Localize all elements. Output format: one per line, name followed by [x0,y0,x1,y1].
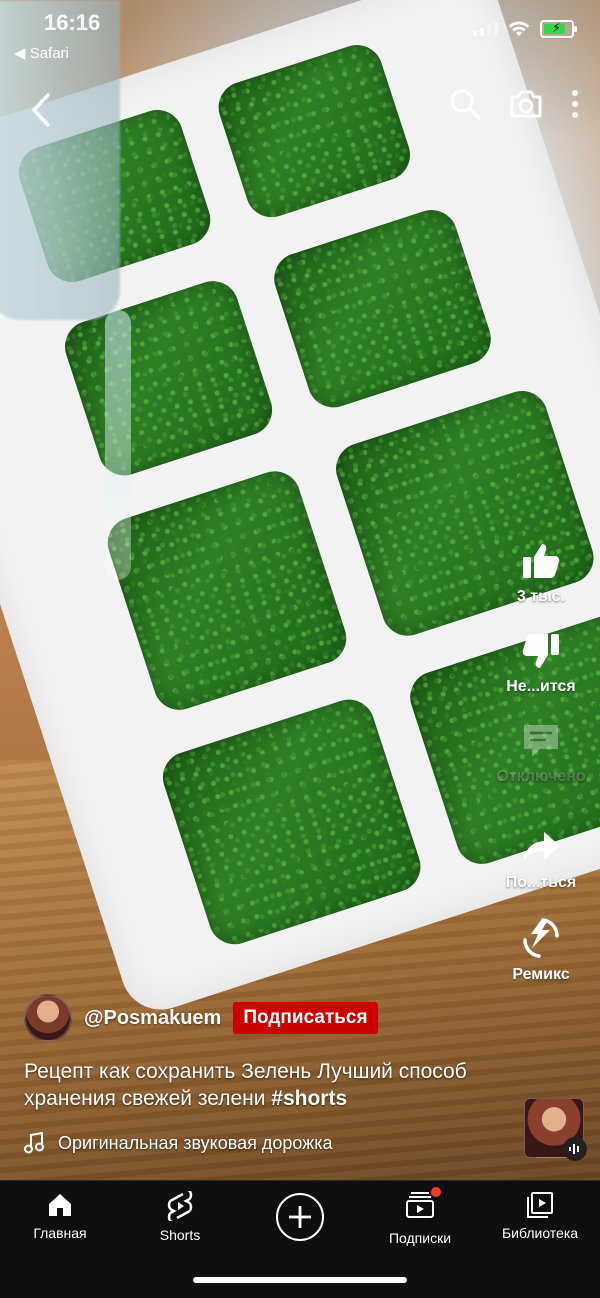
remix-button[interactable]: Ремикс [512,916,570,984]
plus-icon [289,1206,311,1228]
dislike-label: Не...ится [506,678,576,695]
back-button[interactable] [28,91,56,129]
chevron-left-icon [32,93,50,127]
cellular-signal-icon [473,22,498,36]
like-button[interactable]: 3 тыс. [517,540,565,606]
thumbs-down-icon [522,634,559,668]
more-button[interactable] [570,89,580,119]
camera-icon [510,90,542,118]
nav-home[interactable]: Главная [5,1191,115,1241]
search-button[interactable] [448,87,482,121]
action-column: 3 тыс. Не...ится Отключено По...ться Рем… [496,540,586,1008]
subscriptions-icon [406,1192,434,1218]
nav-create[interactable] [245,1191,355,1241]
comments-button[interactable]: Отключено [496,720,586,786]
notification-dot [431,1187,441,1197]
shorts-icon [167,1191,193,1221]
share-button[interactable]: По...ться [505,826,577,892]
nav-library[interactable]: Библиотека [485,1191,595,1241]
nav-subscriptions[interactable]: Подписки [365,1187,475,1246]
dislike-button[interactable]: Не...ится [506,630,576,696]
camera-button[interactable] [508,88,544,120]
search-icon [450,89,481,120]
nav-home-label: Главная [33,1225,87,1241]
thumbs-up-icon [523,544,560,578]
like-count: 3 тыс. [516,588,566,605]
nav-subscriptions-label: Подписки [388,1230,452,1246]
nav-library-label: Библиотека [501,1225,579,1241]
video-caption[interactable]: Рецепт как сохранить Зелень Лучший спосо… [24,1058,494,1112]
channel-avatar[interactable] [24,994,72,1042]
share-label: По...ться [505,874,577,891]
music-note-icon [24,1132,44,1154]
home-icon [49,1194,71,1216]
remix-label: Ремикс [512,966,570,983]
remix-icon [523,918,559,958]
comment-icon [523,725,558,757]
channel-handle[interactable]: @Posmakuem [84,1007,221,1030]
more-vertical-icon [572,90,578,118]
nav-shorts-label: Shorts [159,1227,201,1243]
comments-label: Отключено [496,768,586,785]
caption-text: Рецепт как сохранить Зелень Лучший спосо… [24,1060,467,1110]
back-to-app[interactable]: ◀ Safari [14,44,69,62]
subscribe-button[interactable]: Подписаться [233,1002,378,1034]
home-indicator [193,1277,407,1283]
share-icon [522,832,560,862]
battery-icon: ⚡ [540,20,577,38]
water-stream [105,310,131,580]
library-icon [527,1192,553,1218]
nav-shorts[interactable]: Shorts [125,1191,235,1243]
status-icons: ⚡ [473,20,577,38]
top-controls [0,85,600,135]
status-bar: 16:16 ◀ Safari ⚡ [0,0,600,70]
sound-title: Оригинальная звуковая дорожка [58,1132,333,1153]
create-button[interactable] [276,1193,324,1241]
sound-thumbnail[interactable] [524,1098,587,1161]
channel-row: @Posmakuem Подписаться [24,994,378,1042]
audio-wave-icon [563,1137,587,1161]
status-time: 16:16 [44,10,101,35]
sound-row[interactable]: Оригинальная звуковая дорожка [24,1132,333,1154]
wifi-icon [508,21,530,36]
hashtag-link[interactable]: #shorts [271,1087,347,1110]
